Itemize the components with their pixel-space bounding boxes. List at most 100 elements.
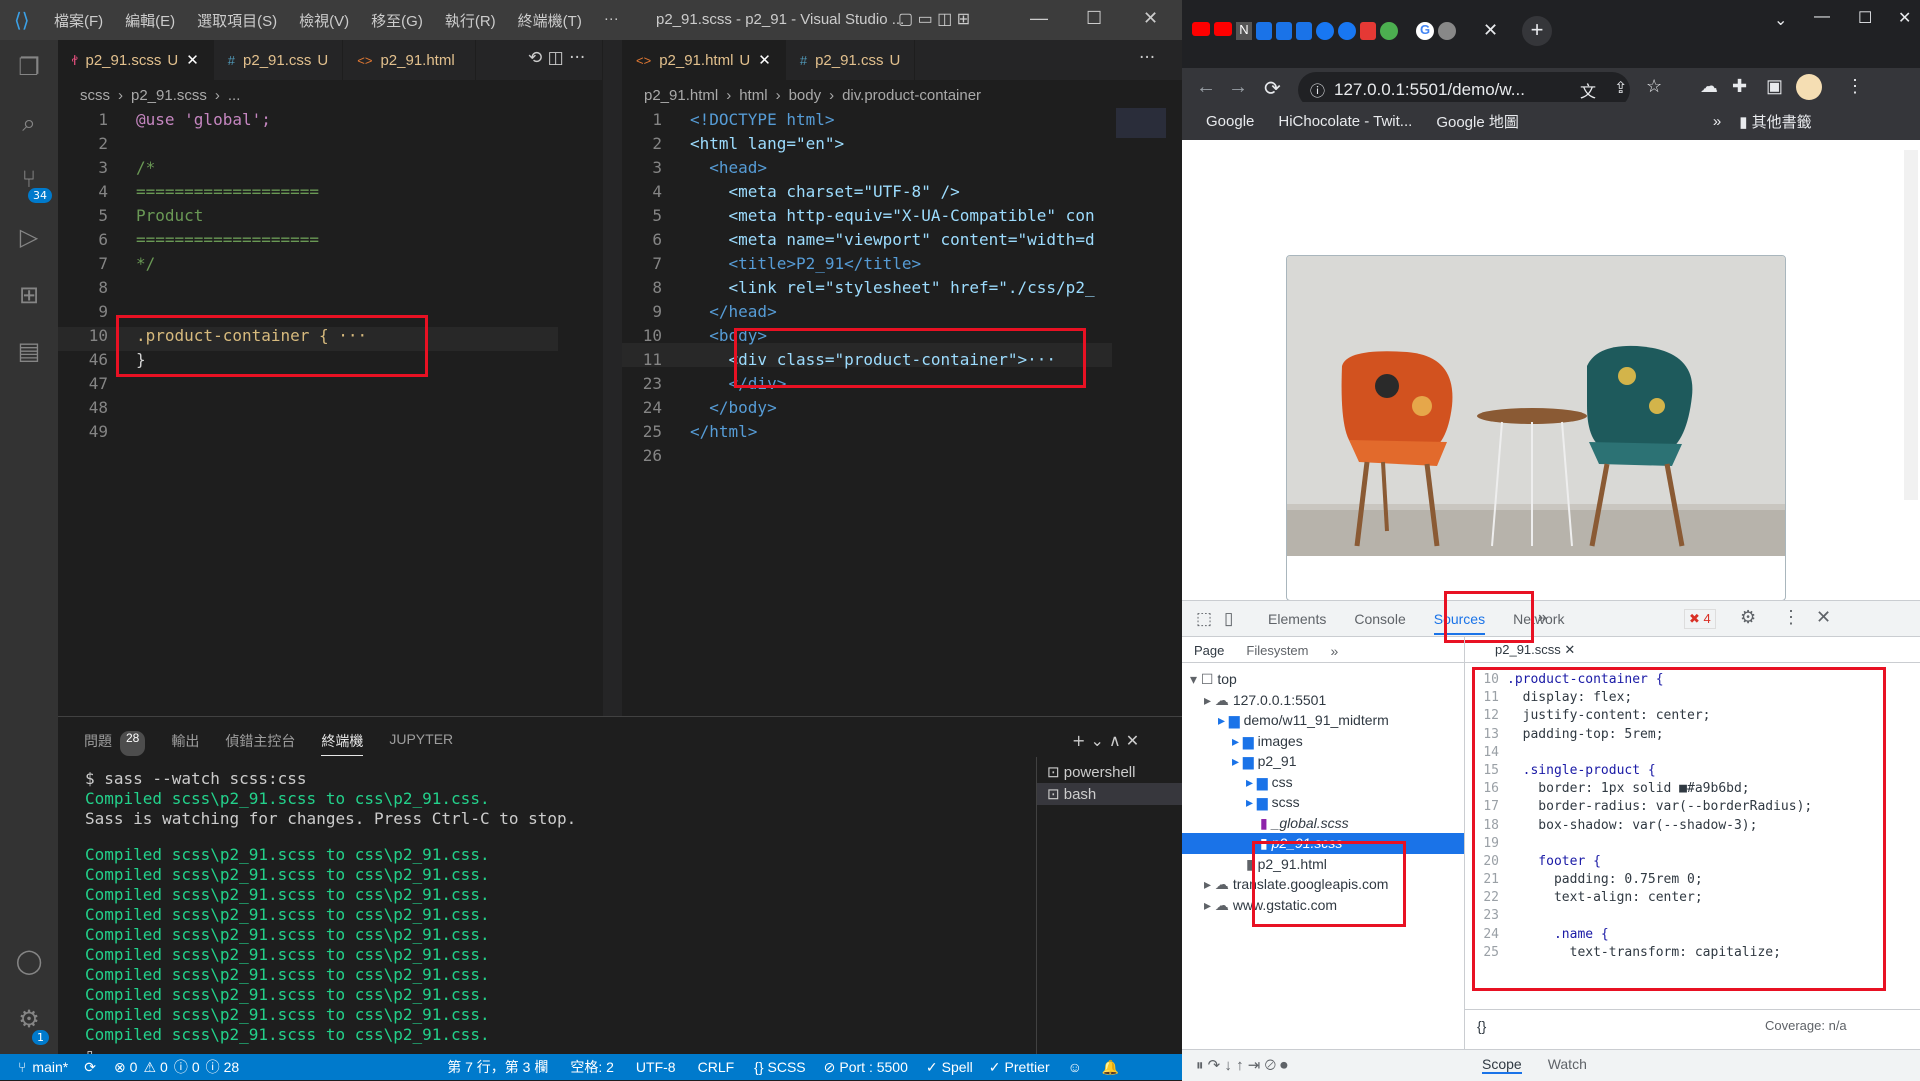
right-code-editor[interactable]: 1 <!DOCTYPE html> 2 <html lang="en"> 3 <head… — [622, 108, 1112, 468]
bookmark-google-maps[interactable]: Google 地圖 — [1436, 111, 1519, 132]
globe-icon[interactable] — [1438, 22, 1456, 40]
menu-item[interactable]: 移至(G) — [371, 10, 423, 31]
youtube-icon[interactable] — [1214, 22, 1232, 36]
breadcrumb-item[interactable]: p2_91.scss — [131, 87, 207, 104]
facebook-icon[interactable] — [1338, 22, 1356, 40]
info-count[interactable]: 0 — [192, 1059, 200, 1075]
info2-count[interactable]: 28 — [224, 1059, 240, 1075]
run-debug-icon[interactable]: ▷ — [14, 222, 44, 252]
bookmark-hichocolate[interactable]: HiChocolate - Twit... — [1278, 113, 1412, 130]
breadcrumb-item[interactable]: ... — [228, 87, 241, 104]
navigator-tab[interactable]: Filesystem — [1246, 643, 1308, 662]
menu-item[interactable]: 編輯(E) — [125, 10, 175, 31]
tab-close-icon[interactable]: ✕ — [758, 51, 771, 69]
tab-search-icon[interactable]: ⌄ — [1774, 10, 1787, 30]
debug-tab-scope[interactable]: Scope — [1482, 1056, 1522, 1074]
panel-tab-3[interactable]: 終端機 — [321, 731, 364, 756]
extension-icon[interactable]: ☁ — [1700, 76, 1718, 97]
menu-item[interactable]: 選取項目(S) — [197, 10, 277, 31]
app-icon[interactable] — [1276, 22, 1292, 40]
site-info-icon[interactable]: ⓘ — [1310, 80, 1325, 101]
indent-spaces[interactable]: 空格: 2 — [570, 1057, 614, 1077]
terminal-instance[interactable]: ⊡ bash — [1037, 783, 1182, 805]
forward-icon[interactable]: → — [1228, 76, 1248, 99]
left_tabs-tab[interactable]: # p2_91.css U — [214, 40, 344, 80]
editor-actions-icon[interactable]: ⟲ ◫ ··· — [528, 48, 585, 68]
feedback-icon[interactable]: ☺ — [1068, 1059, 1082, 1075]
page-scrollbar[interactable] — [1904, 150, 1918, 500]
open-file-tab[interactable]: p2_91.scss ✕ — [1465, 637, 1920, 663]
panel-tab-1[interactable]: 輸出 — [171, 731, 199, 756]
maximize-icon[interactable]: ☐ — [1086, 8, 1102, 29]
explorer-icon[interactable]: ❐ — [14, 52, 44, 82]
panel-tab-0[interactable]: 問題 — [84, 731, 112, 756]
app-icon[interactable] — [1256, 22, 1272, 40]
debugger-controls-icon[interactable]: ⏸ ↷ ↓ ↑ ⇥ ⊘ ⏺ — [1196, 1056, 1288, 1074]
remote-explorer-icon[interactable]: ▤ — [14, 336, 44, 366]
right_tabs-tab[interactable]: # p2_91.css U — [786, 40, 916, 80]
warning-count[interactable]: 0 — [160, 1059, 168, 1075]
breadcrumb-item[interactable]: html — [739, 87, 767, 104]
chrome-minimize-icon[interactable]: — — [1814, 8, 1830, 26]
error-badge[interactable]: ✖ 4 — [1684, 609, 1716, 629]
tab-close-icon[interactable]: ✕ — [1483, 20, 1498, 41]
menu-item[interactable]: ··· — [604, 10, 619, 31]
pinned-tab-icons[interactable]: N G — [1192, 22, 1456, 40]
share-icon[interactable]: ⇪ — [1614, 78, 1627, 98]
single-product-card[interactable] — [1286, 255, 1786, 601]
live-server-port[interactable]: Port : 5500 — [839, 1059, 908, 1075]
menu-item[interactable]: 執行(R) — [445, 10, 496, 31]
inspect-icon[interactable]: ⬚ — [1196, 609, 1212, 629]
left_tabs-tab[interactable]: <> p2_91.html — [343, 40, 476, 80]
address-text[interactable]: 127.0.0.1:5501/demo/w... — [1334, 80, 1525, 100]
breadcrumb-item[interactable]: p2_91.html — [644, 87, 718, 104]
panel-tab-4[interactable]: JUPYTER — [389, 731, 453, 756]
prettier[interactable]: Prettier — [1004, 1059, 1049, 1075]
tree-item[interactable]: ▸ ▆ images — [1182, 731, 1464, 752]
branch-label[interactable]: main* — [32, 1059, 68, 1075]
profile-avatar[interactable] — [1796, 74, 1822, 100]
open-file-close-icon[interactable]: ✕ — [1564, 642, 1575, 657]
devtools-tab-console[interactable]: Console — [1354, 611, 1405, 635]
app-icon[interactable] — [1380, 22, 1398, 40]
tree-item[interactable]: ▸ ▆ css — [1182, 772, 1464, 793]
minimize-icon[interactable]: — — [1030, 8, 1048, 29]
menu-item[interactable]: 檢視(V) — [299, 10, 349, 31]
more-actions-icon[interactable]: ··· — [1139, 48, 1155, 68]
breadcrumb-item[interactable]: scss — [80, 87, 110, 104]
pretty-print-icon[interactable]: {} — [1477, 1018, 1486, 1034]
extensions-puzzle-icon[interactable]: ✚ — [1732, 76, 1747, 97]
chrome-menu-icon[interactable]: ⋮ — [1846, 76, 1864, 97]
panel-actions-icon[interactable]: + ⌄ ∧ ✕ — [1072, 731, 1139, 750]
devtools-tab-elements[interactable]: Elements — [1268, 611, 1326, 635]
facebook-icon[interactable] — [1316, 22, 1334, 40]
spell-check[interactable]: Spell — [942, 1059, 973, 1075]
bookmark-google[interactable]: Google — [1206, 113, 1254, 130]
google-icon[interactable]: G — [1416, 22, 1434, 40]
translate-icon[interactable]: 文 — [1580, 78, 1596, 102]
bookmark-star-icon[interactable]: ☆ — [1646, 76, 1662, 97]
tree-item[interactable]: ▮ _global.scss — [1182, 813, 1464, 834]
devtools-settings-icon[interactable]: ⚙ — [1740, 607, 1756, 628]
cursor-position[interactable]: 第 7 行，第 3 欄 — [447, 1057, 548, 1077]
notifications-icon[interactable]: 🔔 — [1102, 1059, 1119, 1076]
reload-icon[interactable]: ⟳ — [1264, 76, 1281, 101]
app-icon[interactable] — [1296, 22, 1312, 40]
menu-item[interactable]: 檔案(F) — [54, 10, 103, 31]
breadcrumb-item[interactable]: body — [789, 87, 822, 104]
left_tabs-tab[interactable]: ꬷ p2_91.scss U ✕ — [58, 40, 214, 80]
extensions-icon[interactable]: ⊞ — [14, 280, 44, 310]
devtools-menu-icon[interactable]: ⋮ — [1782, 607, 1800, 628]
navigator-tab[interactable]: Page — [1194, 643, 1224, 662]
error-count[interactable]: 0 — [130, 1059, 138, 1075]
more-tabs-icon[interactable]: » — [1538, 609, 1547, 627]
side-panel-icon[interactable]: ▣ — [1766, 76, 1783, 97]
sync-icon[interactable]: ⟳ — [84, 1059, 96, 1076]
menu-item[interactable]: 終端機(T) — [518, 10, 582, 31]
layout-toggle-icon[interactable]: ▢ ▭ ◫ ⊞ — [898, 9, 970, 29]
tree-item[interactable]: ▸ ▆ scss — [1182, 792, 1464, 813]
youtube-icon[interactable] — [1192, 22, 1210, 36]
terminal-output[interactable]: $ sass --watch scss:css Compiled scss\p2_… — [58, 769, 1038, 1065]
search-icon[interactable]: ⌕ — [14, 108, 44, 138]
tree-item[interactable]: ▾ ☐ top — [1182, 669, 1464, 690]
